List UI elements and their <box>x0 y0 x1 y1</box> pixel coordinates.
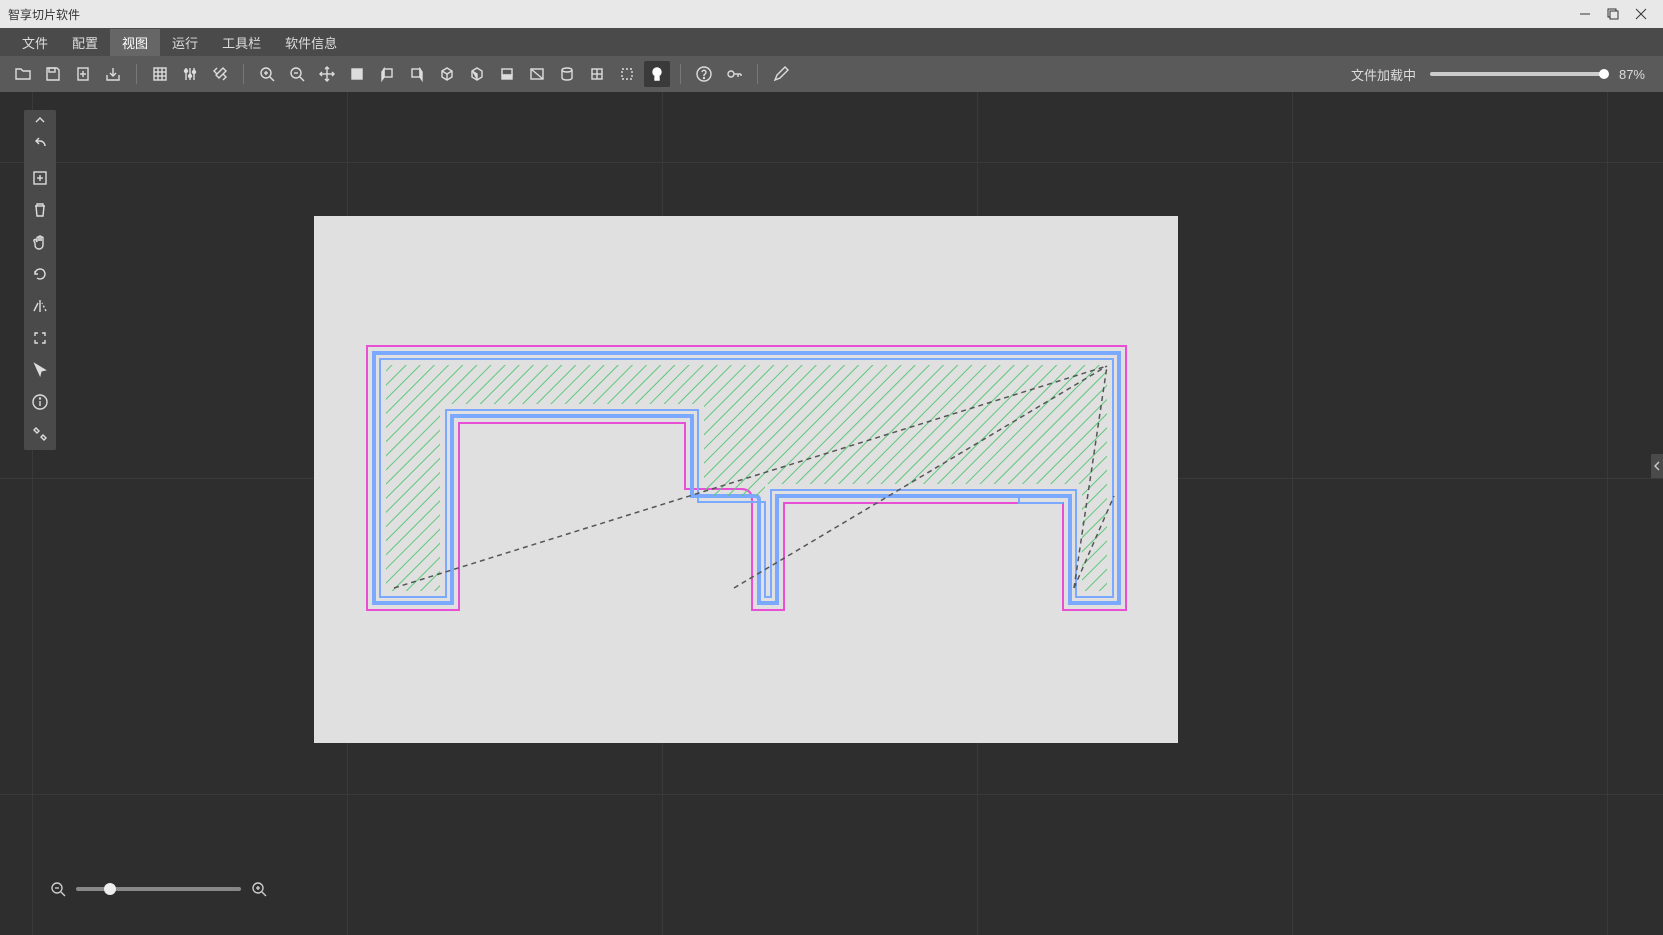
grid-settings-icon[interactable] <box>147 61 173 87</box>
minimize-button[interactable] <box>1571 0 1599 28</box>
view-wireframe-icon[interactable] <box>584 61 610 87</box>
view-iso2-icon[interactable] <box>464 61 490 87</box>
view-left-icon[interactable] <box>374 61 400 87</box>
pan-hand-icon[interactable] <box>28 230 52 254</box>
menu-view[interactable]: 视图 <box>110 29 160 56</box>
loading-progress[interactable] <box>1430 72 1605 76</box>
expand-right-panel-icon[interactable] <box>1651 454 1663 478</box>
rotate-icon[interactable] <box>28 262 52 286</box>
select-icon[interactable] <box>28 358 52 382</box>
collapse-toolbox-icon[interactable] <box>24 114 56 126</box>
menu-config[interactable]: 配置 <box>60 29 110 56</box>
menu-about[interactable]: 软件信息 <box>273 29 349 56</box>
fullscreen-icon[interactable] <box>28 326 52 350</box>
tools-icon[interactable] <box>207 61 233 87</box>
grid-line <box>1607 92 1608 935</box>
save-icon[interactable] <box>40 61 66 87</box>
view-cylinder-icon[interactable] <box>554 61 580 87</box>
view-front-icon[interactable] <box>344 61 370 87</box>
zoom-out-small-icon[interactable] <box>48 879 68 899</box>
viewport[interactable] <box>0 92 1663 935</box>
view-dotted-icon[interactable] <box>614 61 640 87</box>
loading-label: 文件加载中 <box>1351 65 1416 84</box>
mirror-icon[interactable] <box>28 294 52 318</box>
loading-percent: 87% <box>1619 67 1645 82</box>
zoom-out-icon[interactable] <box>284 61 310 87</box>
delete-icon[interactable] <box>28 198 52 222</box>
new-file-icon[interactable] <box>70 61 96 87</box>
repair-icon[interactable] <box>28 422 52 446</box>
move-icon[interactable] <box>314 61 340 87</box>
menu-file[interactable]: 文件 <box>10 29 60 56</box>
edit-icon[interactable] <box>768 61 794 87</box>
view-bottom-icon[interactable] <box>494 61 520 87</box>
view-right-icon[interactable] <box>404 61 430 87</box>
view-split-icon[interactable] <box>524 61 550 87</box>
slice-preview-icon <box>314 216 1178 743</box>
import-icon[interactable] <box>100 61 126 87</box>
menu-bar: 文件 配置 视图 运行 工具栏 软件信息 <box>0 28 1663 56</box>
left-toolbox <box>24 110 56 450</box>
help-icon[interactable] <box>691 61 717 87</box>
open-file-icon[interactable] <box>10 61 36 87</box>
info-icon[interactable] <box>28 390 52 414</box>
window-title: 智享切片软件 <box>8 6 80 23</box>
menu-toolbar[interactable]: 工具栏 <box>210 29 273 56</box>
undo-icon[interactable] <box>28 134 52 158</box>
sliders-icon[interactable] <box>177 61 203 87</box>
grid-line <box>1292 92 1293 935</box>
build-plate <box>314 216 1178 743</box>
grid-line <box>0 162 1663 163</box>
light-bulb-icon[interactable] <box>644 61 670 87</box>
zoom-control <box>48 879 269 899</box>
add-object-icon[interactable] <box>28 166 52 190</box>
view-iso1-icon[interactable] <box>434 61 460 87</box>
grid-line <box>0 794 1663 795</box>
zoom-slider[interactable] <box>76 887 241 891</box>
title-bar: 智享切片软件 <box>0 0 1663 28</box>
zoom-in-small-icon[interactable] <box>249 879 269 899</box>
maximize-button[interactable] <box>1599 0 1627 28</box>
zoom-in-icon[interactable] <box>254 61 280 87</box>
key-icon[interactable] <box>721 61 747 87</box>
menu-run[interactable]: 运行 <box>160 29 210 56</box>
close-button[interactable] <box>1627 0 1655 28</box>
toolbar: 文件加载中 87% <box>0 56 1663 92</box>
